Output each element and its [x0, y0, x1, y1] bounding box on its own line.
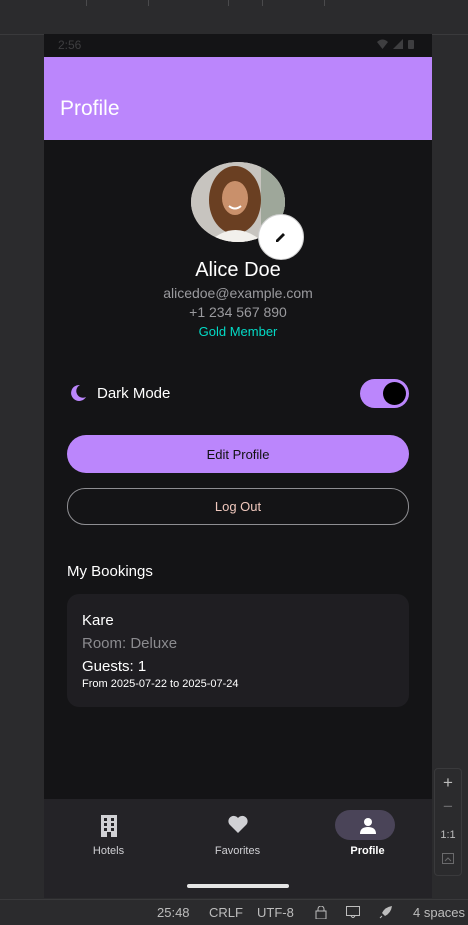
zoom-out-icon[interactable]: −: [435, 797, 461, 817]
booking-dates: From 2025-07-22 to 2025-07-24: [82, 678, 239, 690]
booking-room: Room: Deluxe: [82, 635, 178, 652]
hotel-icon: [100, 815, 117, 837]
toolbar-separator: [86, 0, 87, 6]
nav-label: Hotels: [92, 845, 125, 857]
booking-guests: Guests: 1: [82, 658, 147, 675]
toolbar-separator: [324, 0, 325, 6]
rocket-icon[interactable]: [379, 905, 393, 919]
booking-card[interactable]: Kare Room: Deluxe Guests: 1 From 2025-07…: [67, 594, 409, 707]
nav-item-hotels[interactable]: Hotels: [44, 799, 173, 869]
ide-status-bar: 25:48 CRLF UTF-8 4 spaces: [0, 899, 468, 925]
file-encoding[interactable]: UTF-8: [257, 905, 294, 920]
dark-mode-switch[interactable]: [360, 379, 409, 408]
nav-label: Favorites: [214, 845, 261, 857]
cursor-position[interactable]: 25:48: [157, 905, 190, 920]
dark-mode-label: Dark Mode: [97, 385, 171, 402]
pencil-icon: [276, 233, 285, 242]
person-icon: [359, 818, 376, 834]
nav-item-profile[interactable]: Profile: [303, 799, 432, 869]
bookings-section-title: My Bookings: [67, 563, 153, 580]
status-time: 2:56: [58, 38, 82, 52]
top-app-bar: Profile: [44, 57, 432, 140]
toolbar-separator: [148, 0, 149, 6]
lock-icon[interactable]: [315, 906, 327, 919]
readonly-icon[interactable]: [346, 906, 360, 918]
profile-name: Alice Doe: [195, 259, 281, 281]
logout-button[interactable]: Log Out: [67, 488, 409, 525]
booking-hotel: Kare: [82, 612, 114, 629]
signal-icon: [392, 39, 403, 49]
line-ending[interactable]: CRLF: [209, 905, 243, 920]
moon-icon: [71, 384, 86, 401]
toolbar-separator: [262, 0, 263, 6]
indent-setting[interactable]: 4 spaces: [413, 905, 465, 920]
zoom-in-icon[interactable]: +: [435, 773, 461, 793]
edit-avatar-button[interactable]: [258, 214, 304, 260]
profile-phone: +1 234 567 890: [189, 304, 287, 320]
ide-toolbar: [0, 0, 468, 35]
status-icons: [376, 39, 414, 52]
battery-icon: [408, 40, 414, 49]
status-bar: 2:56: [44, 34, 432, 57]
profile-email: alicedoe@example.com: [163, 285, 313, 301]
page-title: Profile: [60, 97, 120, 120]
emulator-zoom-controls: + − 1:1: [434, 768, 462, 876]
fit-screen-icon-glyph: [442, 853, 454, 864]
nav-item-favorites[interactable]: Favorites: [173, 799, 302, 869]
gesture-bar: [187, 884, 289, 888]
heart-icon: [227, 815, 248, 833]
emulator-screen: 2:56 Profile Alice Doe alicedoe@example.…: [44, 34, 432, 898]
switch-knob: [383, 382, 406, 405]
edit-profile-button[interactable]: Edit Profile: [67, 435, 409, 473]
membership-badge: Gold Member: [198, 324, 278, 339]
bottom-navigation: Hotels Favorites Profile: [44, 799, 432, 898]
zoom-1to1-button[interactable]: 1:1: [435, 829, 461, 841]
nav-label: Profile: [350, 845, 385, 857]
fit-screen-icon[interactable]: [435, 853, 461, 867]
wifi-icon: [376, 39, 388, 49]
toolbar-separator: [228, 0, 229, 6]
